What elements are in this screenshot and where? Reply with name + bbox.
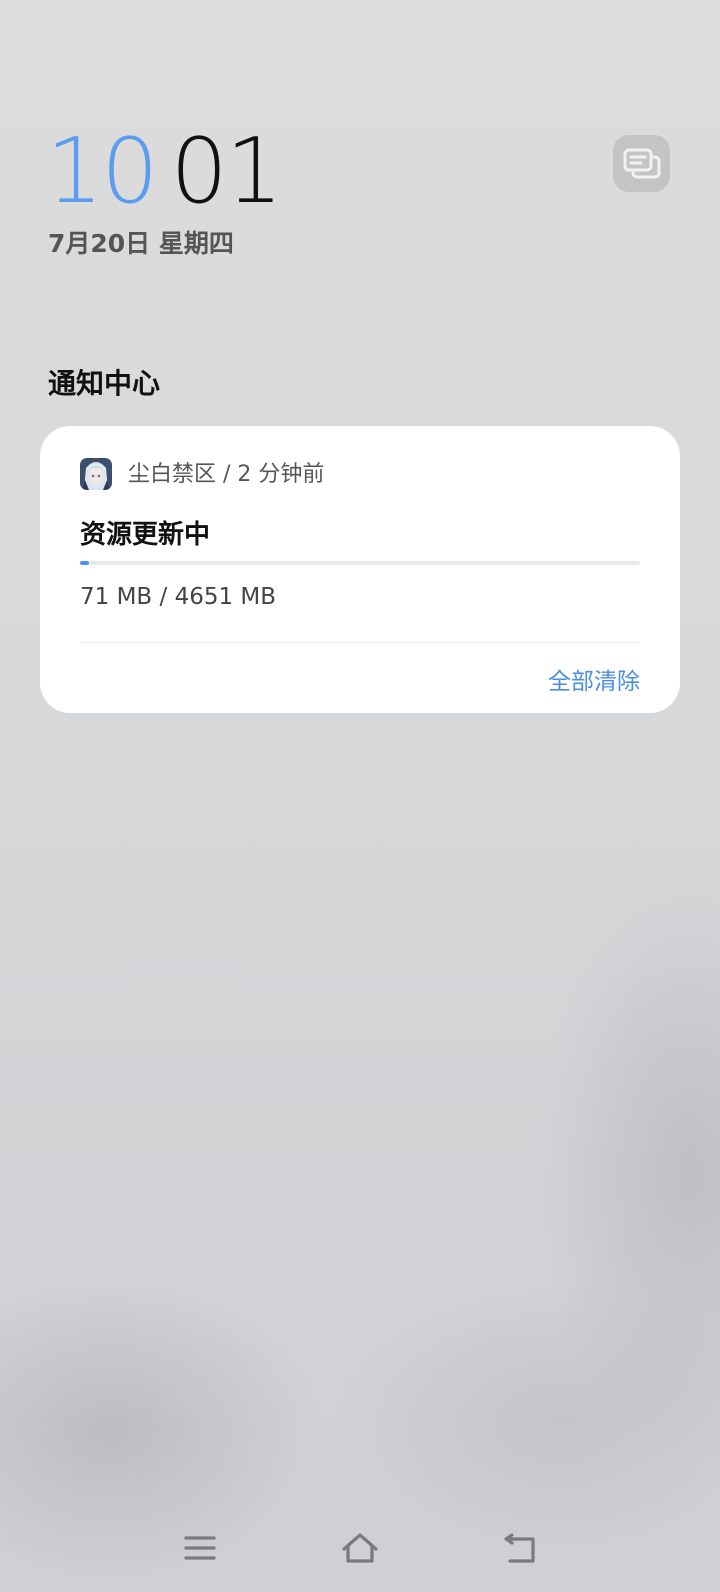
nav-home-button[interactable] [340,1528,380,1568]
download-progress-bar [80,561,640,565]
app-name: 尘白禁区 [128,462,217,487]
home-icon [342,1533,378,1563]
clock-hours: 10 [46,119,159,224]
notification-card[interactable]: 尘白禁区 / 2 分钟前 资源更新中 71 MB / 4651 MB 全部清除 [40,426,680,713]
notification-meta: 尘白禁区 / 2 分钟前 [128,456,324,488]
notification-title: 资源更新中 [80,520,211,550]
message-cards-icon [623,148,660,178]
clock: 10 01 [46,119,284,224]
notification-center-title: 通知中心 [48,367,161,400]
nav-back-button[interactable] [500,1528,540,1568]
download-progress-fill [80,561,89,565]
notification-time: 2 分钟前 [237,462,325,487]
date-label: 7月20日 星期四 [48,229,234,258]
card-divider [80,642,640,643]
download-size-text: 71 MB / 4651 MB [80,584,277,610]
nav-menu-button[interactable] [180,1528,220,1568]
meta-separator: / [216,462,238,487]
menu-icon [184,1536,216,1560]
game-avatar-icon [80,458,112,490]
back-icon [504,1533,535,1563]
clear-all-button[interactable]: 全部清除 [548,662,640,696]
clock-minutes: 01 [170,119,284,224]
message-button[interactable] [613,135,670,192]
